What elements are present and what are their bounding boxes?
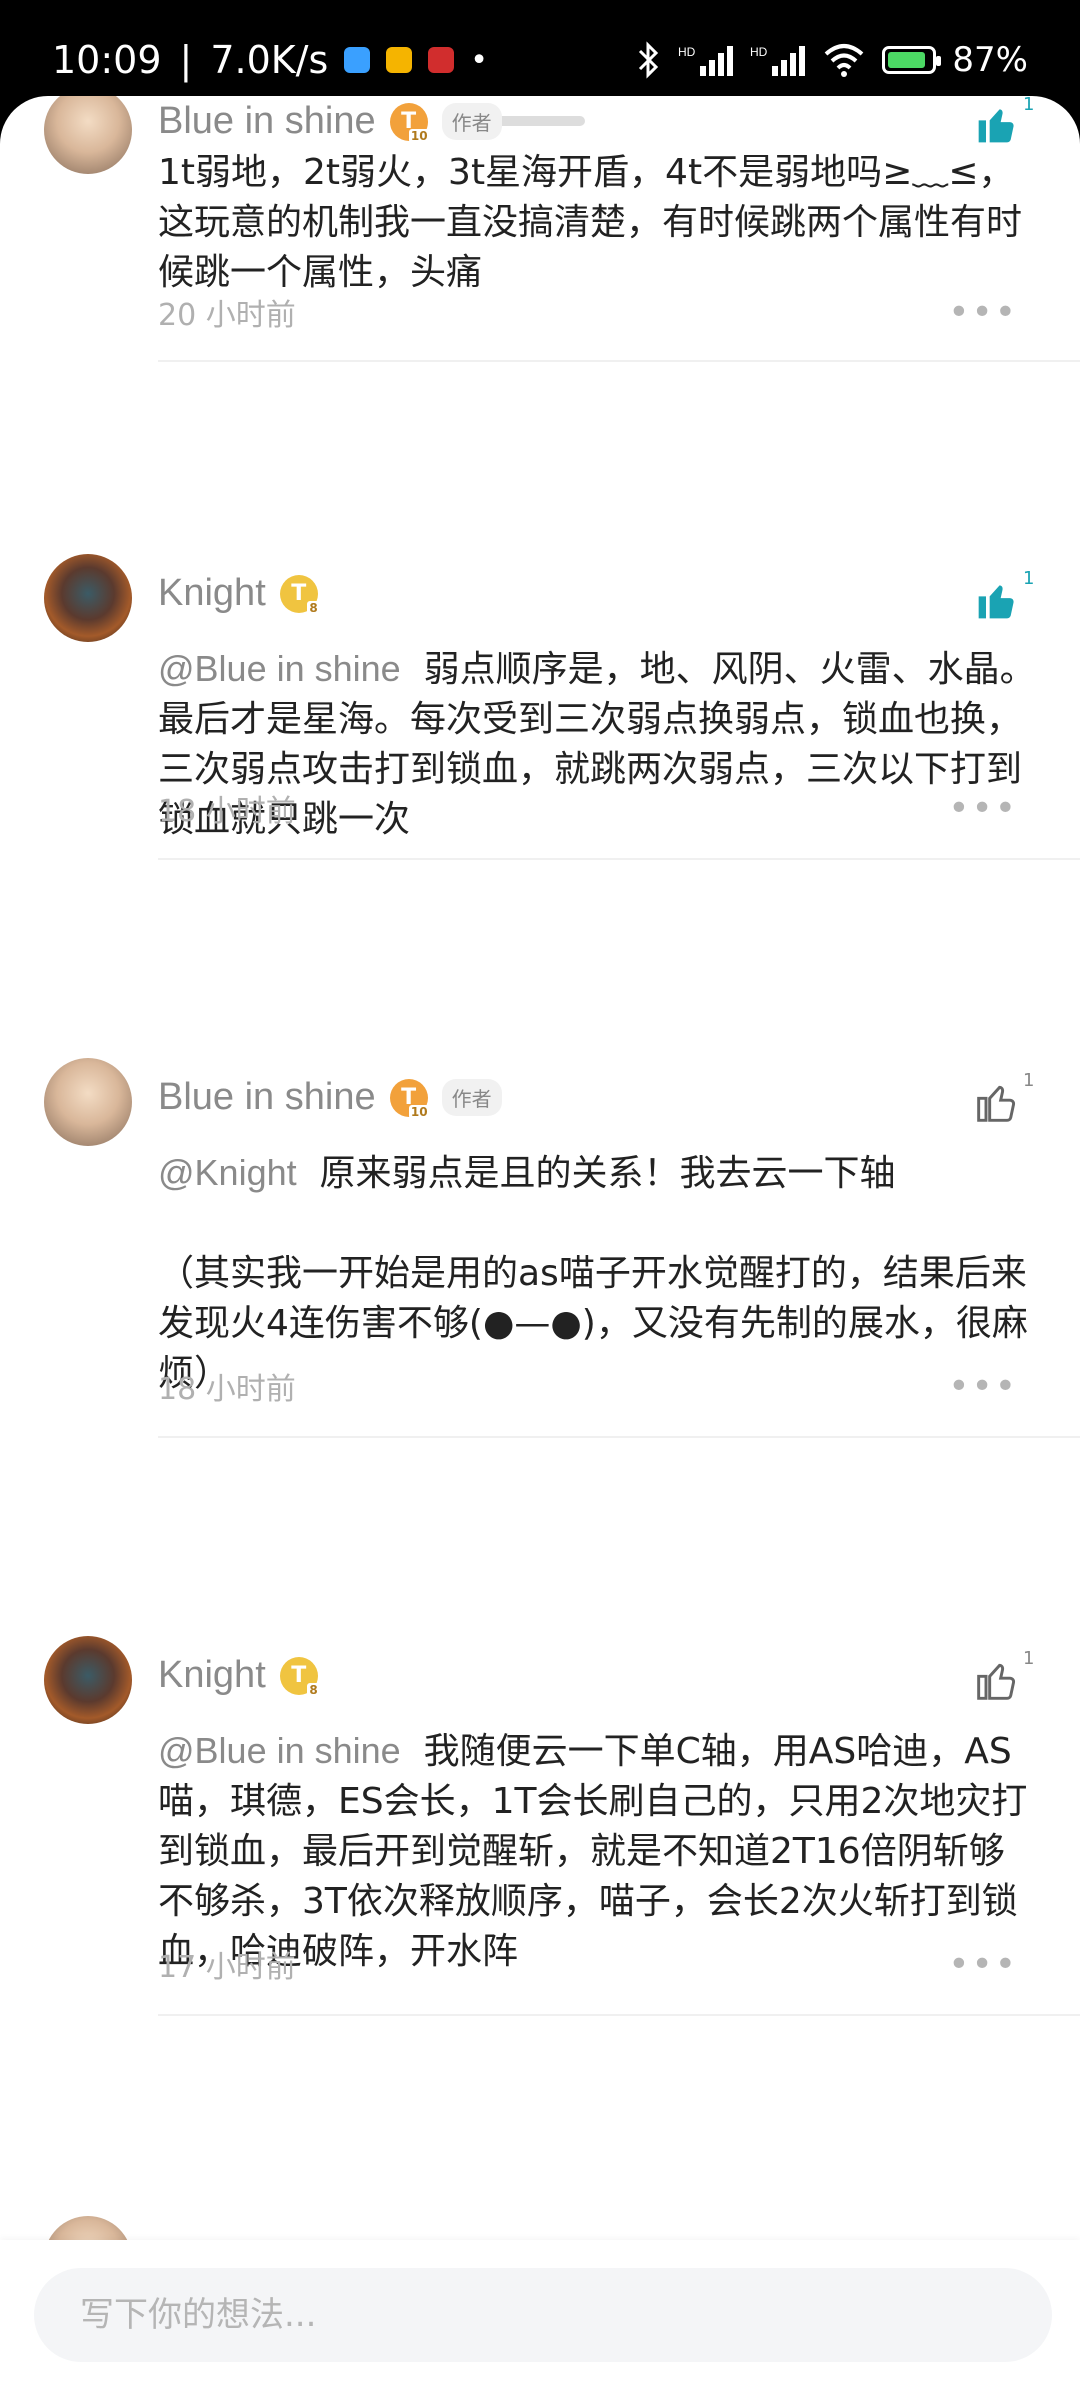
more-notifications-icon: • xyxy=(470,42,488,78)
status-left: 10:09 | 7.0K/s • xyxy=(52,38,488,82)
status-bar: 10:09 | 7.0K/s • HD HD 87% xyxy=(0,0,1080,100)
comment-meta: 18 小时前 ••• xyxy=(158,786,1038,830)
comment-input-bar xyxy=(0,2240,1080,2400)
bluetooth-icon xyxy=(639,41,659,79)
comment-divider xyxy=(158,360,1080,362)
sheet-grabber[interactable] xyxy=(495,116,585,126)
thumbs-up-icon xyxy=(978,109,1014,143)
comment-sheet: Blue in shine T 10 作者 1 1t弱地，2t弱火，3t星海开盾，… xyxy=(0,96,1080,2400)
svg-text:HD: HD xyxy=(750,45,768,59)
signal-2-icon: HD xyxy=(750,45,806,76)
comment-time: 17 小时前 xyxy=(158,1950,296,1985)
comment-header: Knight T8 xyxy=(158,1654,320,1697)
like-button[interactable]: 1 xyxy=(975,568,1034,630)
author-tag: 作者 xyxy=(441,1079,502,1116)
level-badge: T8 xyxy=(279,574,320,615)
svg-text:HD: HD xyxy=(678,45,696,59)
thumbs-up-icon xyxy=(978,585,1014,619)
comment-input[interactable] xyxy=(78,2294,982,2336)
like-button[interactable]: 1 xyxy=(975,96,1034,154)
user-name[interactable]: Knight xyxy=(158,572,266,615)
more-options-icon[interactable]: ••• xyxy=(948,788,1038,829)
thumbs-up-icon xyxy=(977,1085,1016,1122)
comment-divider xyxy=(158,2014,1080,2016)
like-count: 1 xyxy=(1023,568,1035,589)
comment-divider xyxy=(158,1436,1080,1438)
user-name[interactable]: Blue in shine xyxy=(158,100,376,143)
mention[interactable]: @Blue in shine xyxy=(158,648,401,689)
avatar[interactable] xyxy=(44,1636,132,1724)
like-count: 1 xyxy=(1023,1648,1035,1669)
battery-fill xyxy=(888,52,925,68)
comment-input-box[interactable] xyxy=(34,2268,1052,2362)
user-name[interactable]: Blue in shine xyxy=(158,1076,376,1119)
screen: 10:09 | 7.0K/s • HD HD 87% Blue in shine… xyxy=(0,0,1080,2400)
user-name[interactable]: Knight xyxy=(158,1654,266,1697)
like-button[interactable]: 1 xyxy=(975,1070,1034,1132)
wifi-icon xyxy=(825,44,864,77)
like-button[interactable]: 1 xyxy=(975,1648,1034,1710)
mention[interactable]: @Knight xyxy=(158,1152,297,1193)
message-app-icon xyxy=(386,47,413,73)
avatar[interactable] xyxy=(44,96,132,174)
comment-time: 20 小时前 xyxy=(158,298,296,333)
comment-text: 1t弱地，2t弱火，3t星海开盾，4t不是弱地吗≥﹏≤，这玩意的机制我一直没搞清… xyxy=(158,148,1038,298)
chat-app-icon xyxy=(344,47,371,73)
comment-text: @Knight 原来弱点是且的关系！我去云一下轴 （其实我一开始是用的as喵子开… xyxy=(158,1148,1038,1399)
author-tag: 作者 xyxy=(441,103,502,140)
comment-meta: 17 小时前 ••• xyxy=(158,1942,1038,1986)
network-speed: 7.0K/s xyxy=(210,38,329,82)
battery-icon xyxy=(882,46,942,74)
comment-time: 18 小时前 xyxy=(158,1372,296,1407)
status-time: 10:09 xyxy=(52,38,162,82)
more-options-icon[interactable]: ••• xyxy=(948,1944,1038,1985)
more-options-icon[interactable]: ••• xyxy=(948,292,1038,333)
thumbs-up-icon xyxy=(977,1663,1016,1700)
battery-cap xyxy=(936,56,942,66)
comment-text: @Blue in shine 我随便云一下单C轴，用AS哈迪，AS喵，琪德，ES… xyxy=(158,1726,1038,1977)
comment-meta: 18 小时前 ••• xyxy=(158,1364,1038,1408)
like-count: 1 xyxy=(1023,1070,1035,1091)
battery-percent: 87% xyxy=(952,40,1028,80)
comment-body: 1t弱地，2t弱火，3t星海开盾，4t不是弱地吗≥﹏≤，这玩意的机制我一直没搞清… xyxy=(158,152,1023,293)
like-count: 1 xyxy=(1023,96,1035,115)
level-badge: T 10 xyxy=(389,102,430,143)
more-options-icon[interactable]: ••• xyxy=(948,1366,1038,1407)
signal-1-icon: HD xyxy=(678,45,734,76)
comment-time: 18 小时前 xyxy=(158,794,296,829)
avatar[interactable] xyxy=(44,1058,132,1146)
comment-divider xyxy=(158,858,1080,860)
status-right: HD HD 87% xyxy=(636,40,1028,80)
avatar[interactable] xyxy=(44,554,132,642)
comment-meta: 20 小时前 ••• xyxy=(158,290,1038,334)
mention[interactable]: @Blue in shine xyxy=(158,1730,401,1771)
level-badge: T 10 xyxy=(389,1078,430,1119)
comment-header: Blue in shine T 10 作者 xyxy=(158,100,502,143)
comment-header: Blue in shine T 10 作者 xyxy=(158,1076,502,1119)
level-badge: T8 xyxy=(279,1656,320,1697)
status-divider: | xyxy=(179,38,193,82)
comment-header: Knight T8 xyxy=(158,572,320,615)
game-app-icon xyxy=(428,47,455,73)
